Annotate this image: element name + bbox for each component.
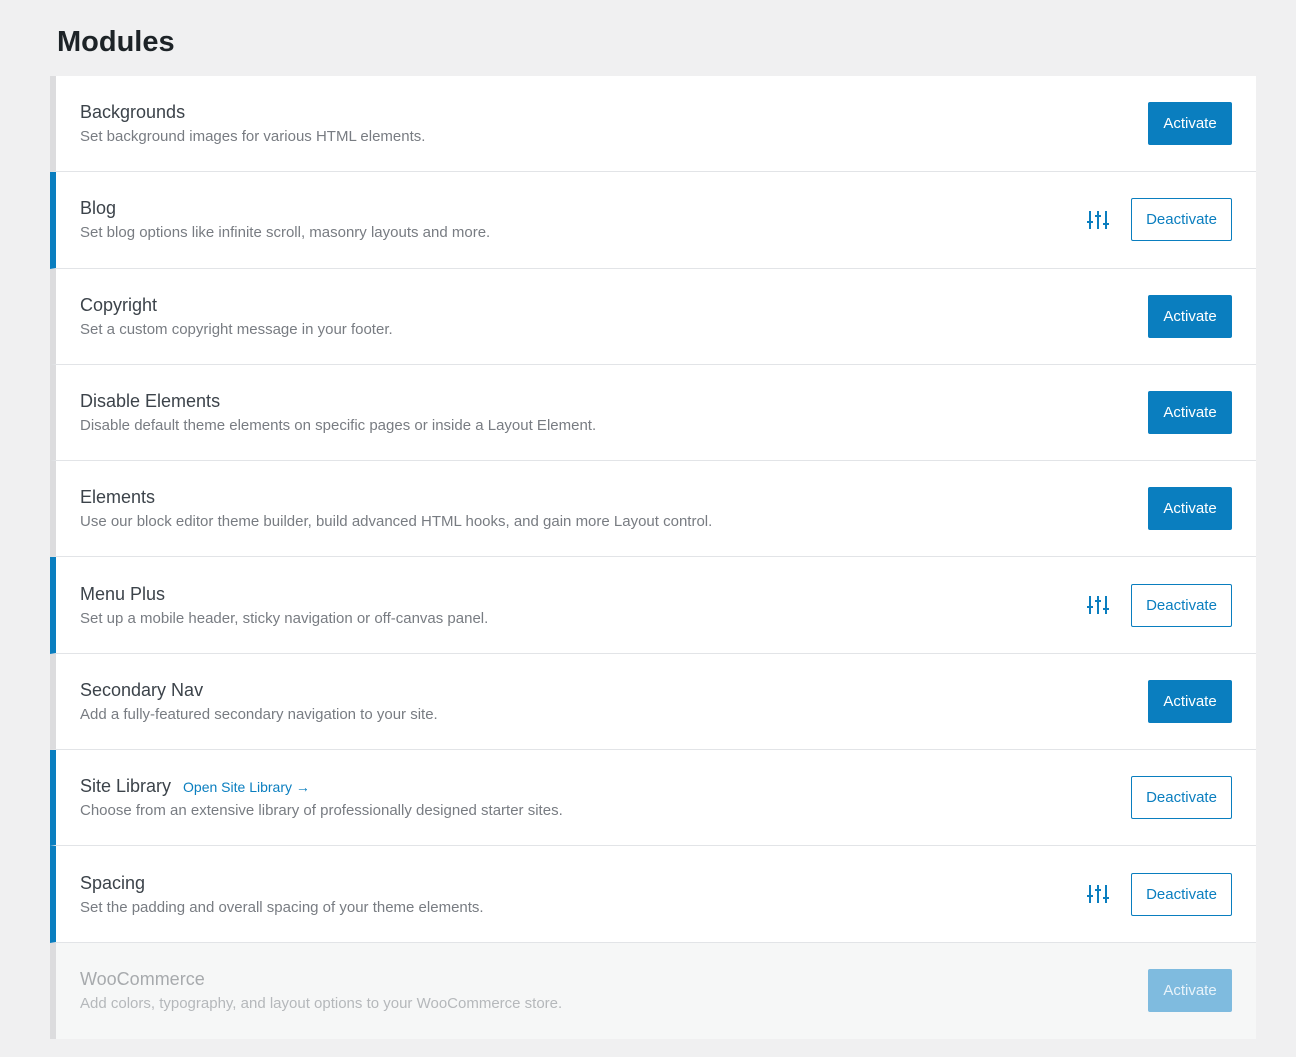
sliders-icon[interactable] — [1085, 881, 1111, 907]
activate-button-secondary-nav[interactable]: Activate — [1148, 679, 1232, 723]
deactivate-button-spacing[interactable]: Deactivate — [1131, 872, 1232, 916]
module-actions: Activate — [1148, 391, 1256, 435]
module-title-row: Site Library Open Site Library → — [80, 774, 1131, 798]
page-title: Modules — [57, 26, 175, 58]
module-title: Disable Elements — [80, 391, 221, 412]
module-text: Backgrounds Set background images for var… — [56, 100, 1148, 147]
module-text: WooCommerce Add colors, typography, and l… — [56, 967, 1148, 1014]
module-row-spacing: Spacing Set the padding and overall spaci… — [50, 846, 1256, 943]
module-title: Menu Plus — [80, 583, 166, 604]
activate-button-backgrounds[interactable]: Activate — [1148, 102, 1232, 146]
sliders-icon[interactable] — [1085, 207, 1111, 233]
module-title-row: Spacing — [80, 871, 1085, 895]
module-row-disable-elements: Disable Elements Disable default theme el… — [50, 364, 1256, 462]
module-description: Disable default theme elements on specif… — [80, 417, 597, 435]
module-row-menu-plus: Menu Plus Set up a mobile header, sticky … — [50, 557, 1256, 654]
module-text: Blog Set blog options like infinite scrol… — [56, 196, 1085, 243]
module-title: Backgrounds — [80, 102, 186, 123]
module-title: Blog — [80, 198, 117, 219]
open-site-library-link[interactable]: Open Site Library → — [183, 779, 310, 795]
module-description: Set the padding and overall spacing of y… — [80, 898, 484, 916]
module-row-secondary-nav: Secondary Nav Add a fully-featured second… — [50, 653, 1256, 751]
module-description: Add colors, typography, and layout optio… — [80, 995, 563, 1013]
module-description: Set blog options like infinite scroll, m… — [80, 224, 491, 242]
module-actions: Deactivate — [1085, 198, 1256, 242]
module-row-copyright: Copyright Set a custom copyright message … — [50, 268, 1256, 365]
module-title-row: Blog — [80, 196, 1085, 220]
module-title-row: WooCommerce — [80, 967, 1148, 991]
module-actions: Deactivate — [1085, 872, 1256, 916]
module-row-backgrounds: Backgrounds Set background images for var… — [50, 76, 1256, 173]
module-description: Use our block editor theme builder, buil… — [80, 513, 713, 531]
module-description: Add a fully-featured secondary navigatio… — [80, 705, 438, 723]
module-text: Disable Elements Disable default theme el… — [56, 389, 1148, 436]
module-title-row: Copyright — [80, 293, 1148, 317]
module-description: Choose from an extensive library of prof… — [80, 802, 563, 820]
module-list: Backgrounds Set background images for var… — [50, 76, 1256, 1039]
module-title: Secondary Nav — [80, 679, 204, 700]
module-actions: Activate — [1148, 969, 1256, 1013]
deactivate-button-menu-plus[interactable]: Deactivate — [1131, 583, 1232, 627]
module-actions: Deactivate — [1131, 776, 1256, 820]
activate-button-elements[interactable]: Activate — [1148, 487, 1232, 531]
module-row-blog: Blog Set blog options like infinite scrol… — [50, 172, 1256, 269]
sliders-icon[interactable] — [1085, 592, 1111, 618]
module-actions: Activate — [1148, 679, 1256, 723]
activate-button-copyright[interactable]: Activate — [1148, 294, 1232, 338]
module-title-row: Menu Plus — [80, 582, 1085, 606]
module-actions: Activate — [1148, 487, 1256, 531]
module-description: Set background images for various HTML e… — [80, 128, 426, 146]
module-title: WooCommerce — [80, 969, 205, 990]
module-row-woocommerce: WooCommerce Add colors, typography, and l… — [50, 942, 1256, 1039]
module-actions: Activate — [1148, 294, 1256, 338]
module-text: Copyright Set a custom copyright message … — [56, 293, 1148, 340]
module-title-row: Secondary Nav — [80, 678, 1148, 702]
module-row-site-library: Site Library Open Site Library → Choose fr… — [50, 750, 1256, 847]
module-actions: Activate — [1148, 102, 1256, 146]
module-text: Site Library Open Site Library → Choose fr… — [56, 774, 1131, 821]
module-description: Set up a mobile header, sticky navigatio… — [80, 609, 489, 627]
activate-button-disable-elements[interactable]: Activate — [1148, 391, 1232, 435]
module-description: Set a custom copyright message in your f… — [80, 320, 393, 338]
module-title: Elements — [80, 487, 156, 508]
activate-button-woocommerce: Activate — [1148, 969, 1232, 1013]
deactivate-button-blog[interactable]: Deactivate — [1131, 198, 1232, 242]
module-title-row: Elements — [80, 485, 1148, 509]
module-text: Menu Plus Set up a mobile header, sticky … — [56, 582, 1085, 629]
module-title: Site Library — [80, 776, 172, 797]
module-text: Secondary Nav Add a fully-featured second… — [56, 678, 1148, 725]
deactivate-button-site-library[interactable]: Deactivate — [1131, 776, 1232, 820]
module-actions: Deactivate — [1085, 583, 1256, 627]
module-text: Spacing Set the padding and overall spaci… — [56, 871, 1085, 918]
module-row-elements: Elements Use our block editor theme build… — [50, 461, 1256, 558]
module-title: Copyright — [80, 294, 158, 315]
module-title-row: Backgrounds — [80, 100, 1148, 124]
module-text: Elements Use our block editor theme build… — [56, 485, 1148, 532]
module-title: Spacing — [80, 872, 146, 893]
module-title-row: Disable Elements — [80, 389, 1148, 413]
